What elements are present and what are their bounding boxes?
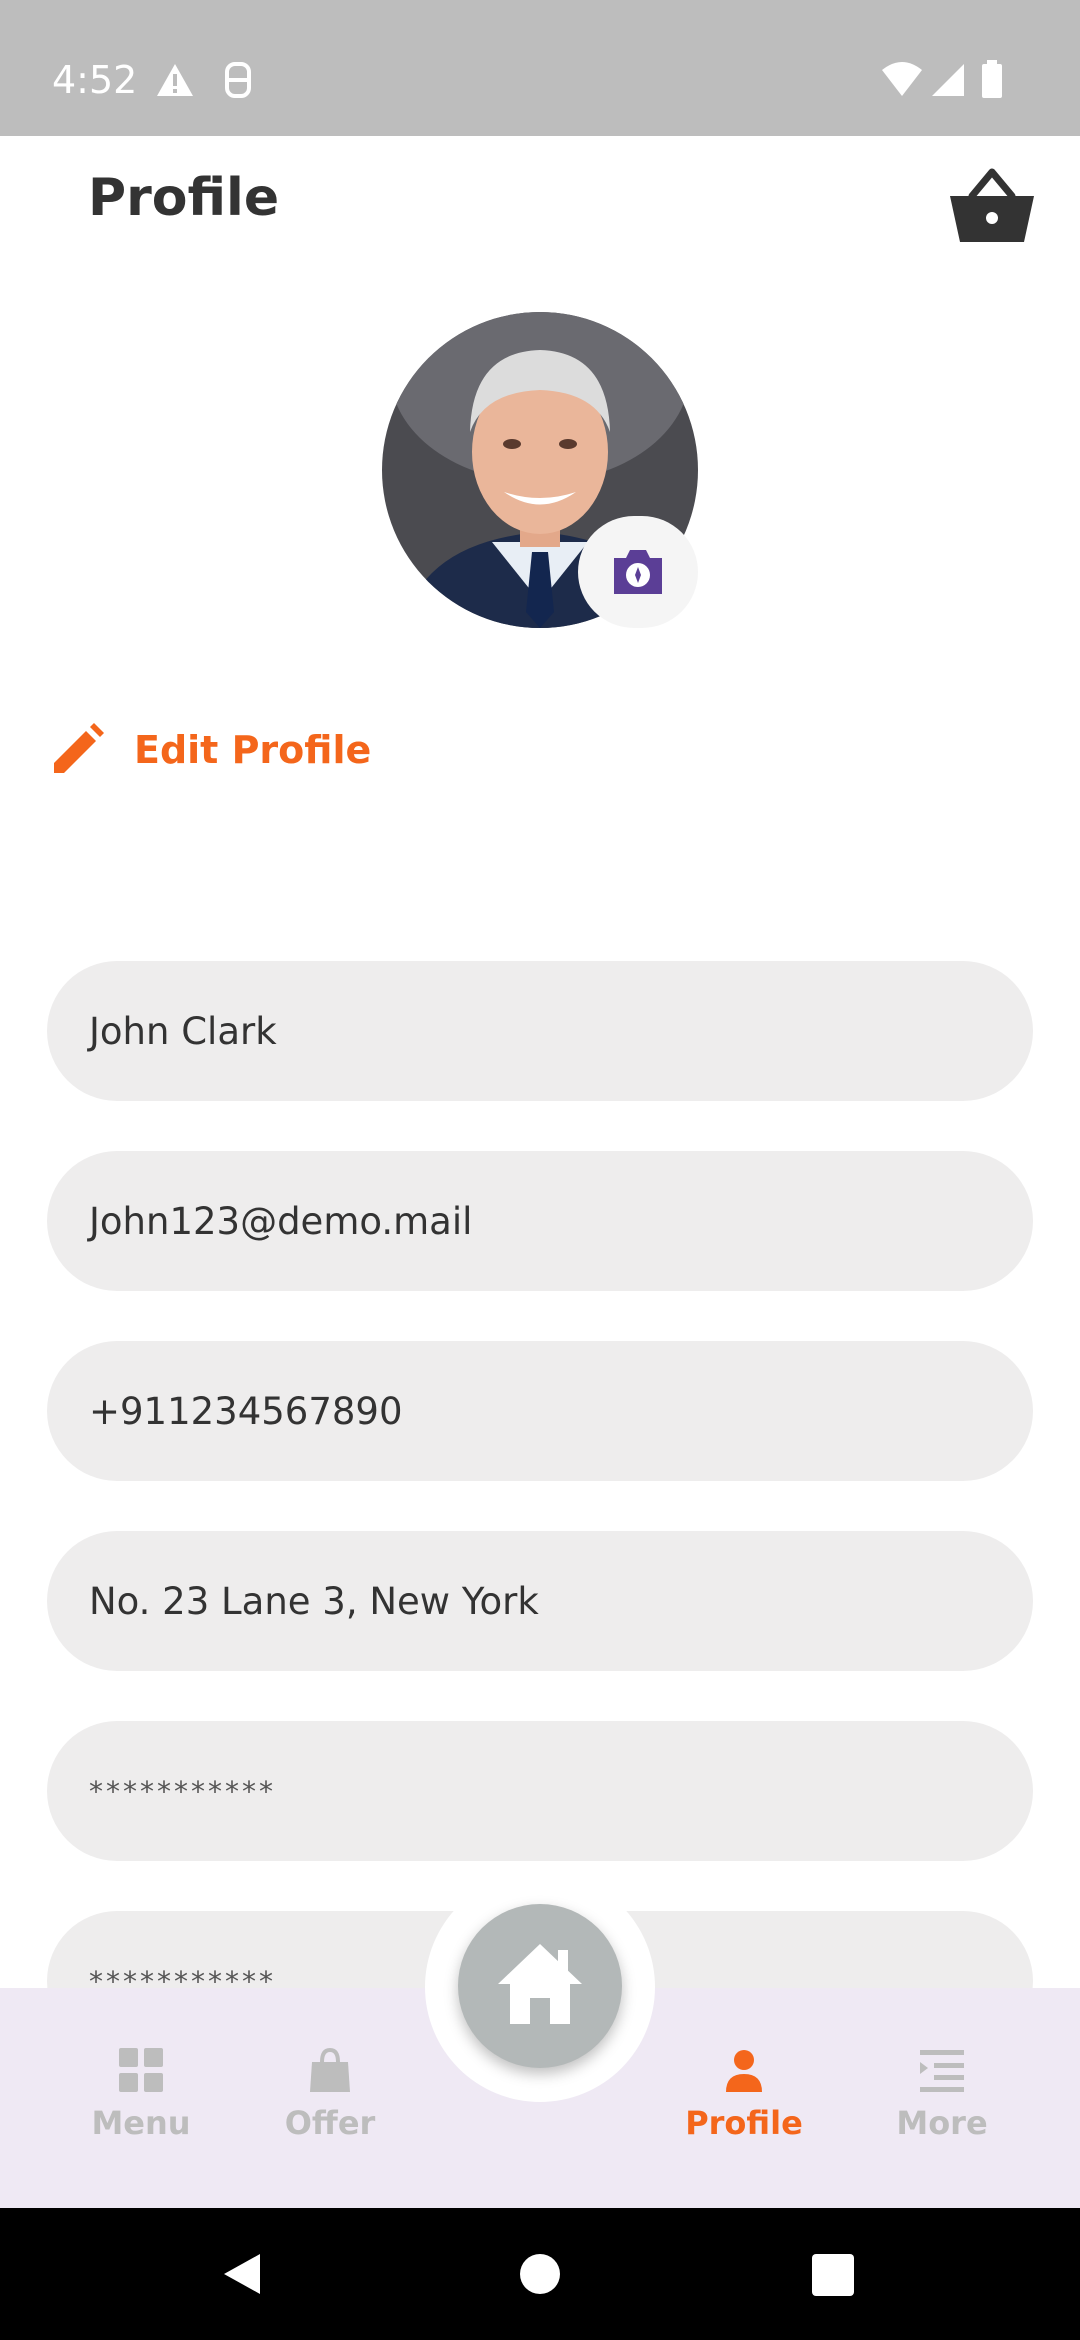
wifi-icon [882, 62, 922, 96]
nav-offer-label: Offer [284, 2104, 376, 2142]
nav-menu[interactable]: Menu [61, 2048, 221, 2142]
recents-icon[interactable] [812, 2254, 854, 2296]
home-circle-icon[interactable] [518, 2252, 562, 2296]
pencil-icon [54, 723, 104, 773]
address-field[interactable]: No. 23 Lane 3, New York [47, 1531, 1033, 1671]
app-header: Profile [0, 136, 1080, 266]
basket-icon[interactable] [948, 166, 1036, 246]
edit-profile-button[interactable]: Edit Profile [50, 720, 371, 780]
list-icon [920, 2050, 964, 2092]
sim-icon [225, 62, 251, 98]
nav-more-label: More [896, 2104, 988, 2142]
back-icon[interactable] [220, 2252, 264, 2296]
bag-icon [310, 2048, 350, 2092]
home-icon [498, 1944, 582, 2024]
email-field[interactable]: John123@demo.mail [47, 1151, 1033, 1291]
status-time: 4:52 [52, 58, 138, 102]
camera-icon [614, 550, 662, 594]
nav-offer[interactable]: Offer [250, 2048, 410, 2142]
battery-icon [982, 60, 1002, 98]
edit-profile-label: Edit Profile [134, 728, 372, 772]
camera-button[interactable] [578, 516, 698, 628]
person-icon [726, 2050, 762, 2092]
nav-menu-label: Menu [91, 2104, 191, 2142]
status-bar: 4:52 [0, 0, 1080, 136]
name-field[interactable]: John Clark [47, 961, 1033, 1101]
signal-icon [932, 64, 964, 96]
nav-profile[interactable]: Profile [664, 2048, 824, 2142]
home-button[interactable] [458, 1904, 622, 2068]
system-nav-bar [0, 2208, 1080, 2340]
nav-more[interactable]: More [862, 2048, 1022, 2142]
phone-field[interactable]: +911234567890 [47, 1341, 1033, 1481]
password-field[interactable]: *********** [47, 1721, 1033, 1861]
warning-icon [157, 64, 193, 96]
grid-icon [119, 2048, 163, 2092]
nav-profile-label: Profile [685, 2104, 803, 2142]
page-title: Profile [88, 168, 280, 228]
